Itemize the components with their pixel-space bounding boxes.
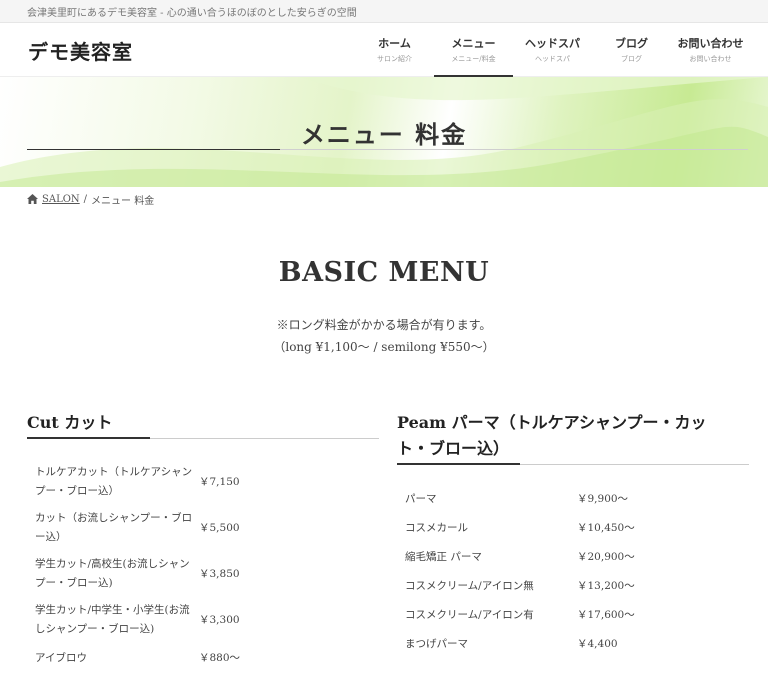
nav-label: お問い合わせ (677, 37, 744, 50)
menu-item-name: パーマ (405, 493, 437, 505)
basic-menu-title: BASIC MENU (278, 257, 490, 288)
menu-item-price: ￥9,900～ (577, 493, 629, 505)
menu-item-name: コスメクリーム/アイロン有 (405, 609, 534, 621)
nav-sublabel: サロン紹介 (377, 55, 412, 63)
cut-menu-section: Cut カット トルケアカット（トルケアシャンプー・ブロー込） ￥7,150 カ… (27, 410, 379, 673)
nav-item-headspa[interactable]: ヘッドスパ ヘッドスパ (513, 23, 592, 77)
menu-item-price: ￥5,500 (199, 521, 240, 534)
table-row: まつげパーマ ￥4,400 (397, 630, 749, 659)
menu-item-name: 縮毛矯正 パーマ (405, 551, 482, 563)
cut-title-wrap: Cut カット (27, 410, 379, 439)
menu-item-price: ￥17,600～ (577, 609, 635, 621)
table-row: 学生カット/中学生・小学生(お流しシャンプー・ブロー込) ￥3,300 (27, 597, 379, 643)
table-row: パーマ ￥9,900～ (397, 485, 749, 514)
table-row: 縮毛矯正 パーマ ￥20,900～ (397, 543, 749, 572)
nav-sublabel: お問い合わせ (689, 55, 732, 63)
nav-sublabel: ヘッドスパ (535, 55, 570, 63)
home-icon (27, 194, 38, 204)
table-row: アイブロウ ￥880～ (27, 643, 379, 673)
menu-item-name: アイブロウ (35, 651, 87, 664)
menu-item-price: ￥4,400 (577, 638, 618, 650)
long-fee-prices: （long ¥1,100～ / semilong ¥550～） (273, 340, 495, 354)
site-header: デモ美容室 ホーム サロン紹介 メニュー メニュー/料金 ヘッドスパ ヘッドスパ… (0, 23, 768, 77)
nav-item-contact[interactable]: お問い合わせ お問い合わせ (671, 23, 750, 77)
table-row: カット（お流しシャンプー・ブロー込） ￥5,500 (27, 505, 379, 551)
perm-menu-title: Peam パーマ（トルケアシャンプー・カッ ト・ブロー込） (397, 410, 749, 464)
perm-price-table: パーマ ￥9,900～ コスメカール ￥10,450～ 縮毛矯正 パーマ ￥20… (397, 485, 749, 659)
table-row: コスメクリーム/アイロン無 ￥13,200～ (397, 572, 749, 601)
table-row: コスメカール ￥10,450～ (397, 514, 749, 543)
perm-title-wrap: Peam パーマ（トルケアシャンプー・カッ ト・ブロー込） (397, 410, 749, 465)
long-fee-note: ※ロング料金がかかる場合が有ります。 (276, 318, 492, 332)
nav-label: メニュー (451, 37, 496, 50)
site-logo[interactable]: デモ美容室 (28, 36, 133, 65)
menu-item-name: コスメクリーム/アイロン無 (405, 580, 534, 592)
menu-item-price: ￥13,200～ (577, 580, 635, 592)
page-title: メニュー 料金 (300, 120, 468, 149)
perm-title-accent (397, 463, 520, 465)
menu-item-name: 学生カット/中学生・小学生(お流しシャンプー・ブロー込) (35, 604, 190, 635)
breadcrumb-separator: / (83, 193, 88, 205)
perm-title-line2: ト・ブロー込） (397, 439, 510, 458)
perm-menu-section: Peam パーマ（トルケアシャンプー・カッ ト・ブロー込） パーマ ￥9,900… (397, 410, 749, 659)
cut-title-accent (27, 437, 150, 439)
menu-item-price: ￥20,900～ (577, 551, 635, 563)
menu-item-name: 学生カット/高校生(お流しシャンプー・ブロー込) (35, 558, 190, 589)
table-row: 学生カット/高校生(お流しシャンプー・ブロー込) ￥3,850 (27, 551, 379, 597)
breadcrumb: SALON / メニュー 料金 (0, 187, 768, 211)
nav-item-menu[interactable]: メニュー メニュー/料金 (434, 23, 513, 77)
perm-title-line1: Peam パーマ（トルケアシャンプー・カッ (397, 413, 707, 432)
menu-item-price: ￥7,150 (199, 475, 240, 488)
breadcrumb-current: メニュー 料金 (91, 195, 155, 207)
nav-sublabel: メニュー/料金 (451, 55, 496, 63)
menu-item-price: ￥10,450～ (577, 522, 635, 534)
menu-item-price: ￥3,850 (199, 567, 240, 580)
nav-item-home[interactable]: ホーム サロン紹介 (355, 23, 434, 77)
nav-item-blog[interactable]: ブログ ブログ (592, 23, 671, 77)
page-hero: メニュー 料金 (0, 77, 768, 187)
cut-menu-title: Cut カット (27, 413, 113, 432)
breadcrumb-home-link[interactable]: SALON (42, 194, 80, 205)
cut-price-table: トルケアカット（トルケアシャンプー・ブロー込） ￥7,150 カット（お流しシャ… (27, 459, 379, 673)
menu-item-name: コスメカール (405, 522, 468, 534)
nav-sublabel: ブログ (621, 55, 642, 63)
menu-item-name: トルケアカット（トルケアシャンプー・ブロー込） (35, 466, 193, 497)
global-nav: ホーム サロン紹介 メニュー メニュー/料金 ヘッドスパ ヘッドスパ ブログ ブ… (355, 23, 750, 77)
nav-label: ヘッドスパ (525, 37, 580, 50)
menu-item-price: ￥3,300 (199, 613, 240, 626)
nav-label: ホーム (378, 37, 411, 50)
table-row: トルケアカット（トルケアシャンプー・ブロー込） ￥7,150 (27, 459, 379, 505)
menu-item-price: ￥880～ (199, 651, 241, 664)
menu-item-name: カット（お流しシャンプー・ブロー込） (35, 512, 193, 543)
menu-item-name: まつげパーマ (405, 638, 468, 650)
site-tagline: 会津美里町にあるデモ美容室 - 心の通い合うほのぼのとした安らぎの空間 (0, 0, 768, 23)
title-divider-accent (27, 149, 280, 150)
nav-label: ブログ (615, 37, 648, 50)
table-row: コスメクリーム/アイロン有 ￥17,600～ (397, 601, 749, 630)
